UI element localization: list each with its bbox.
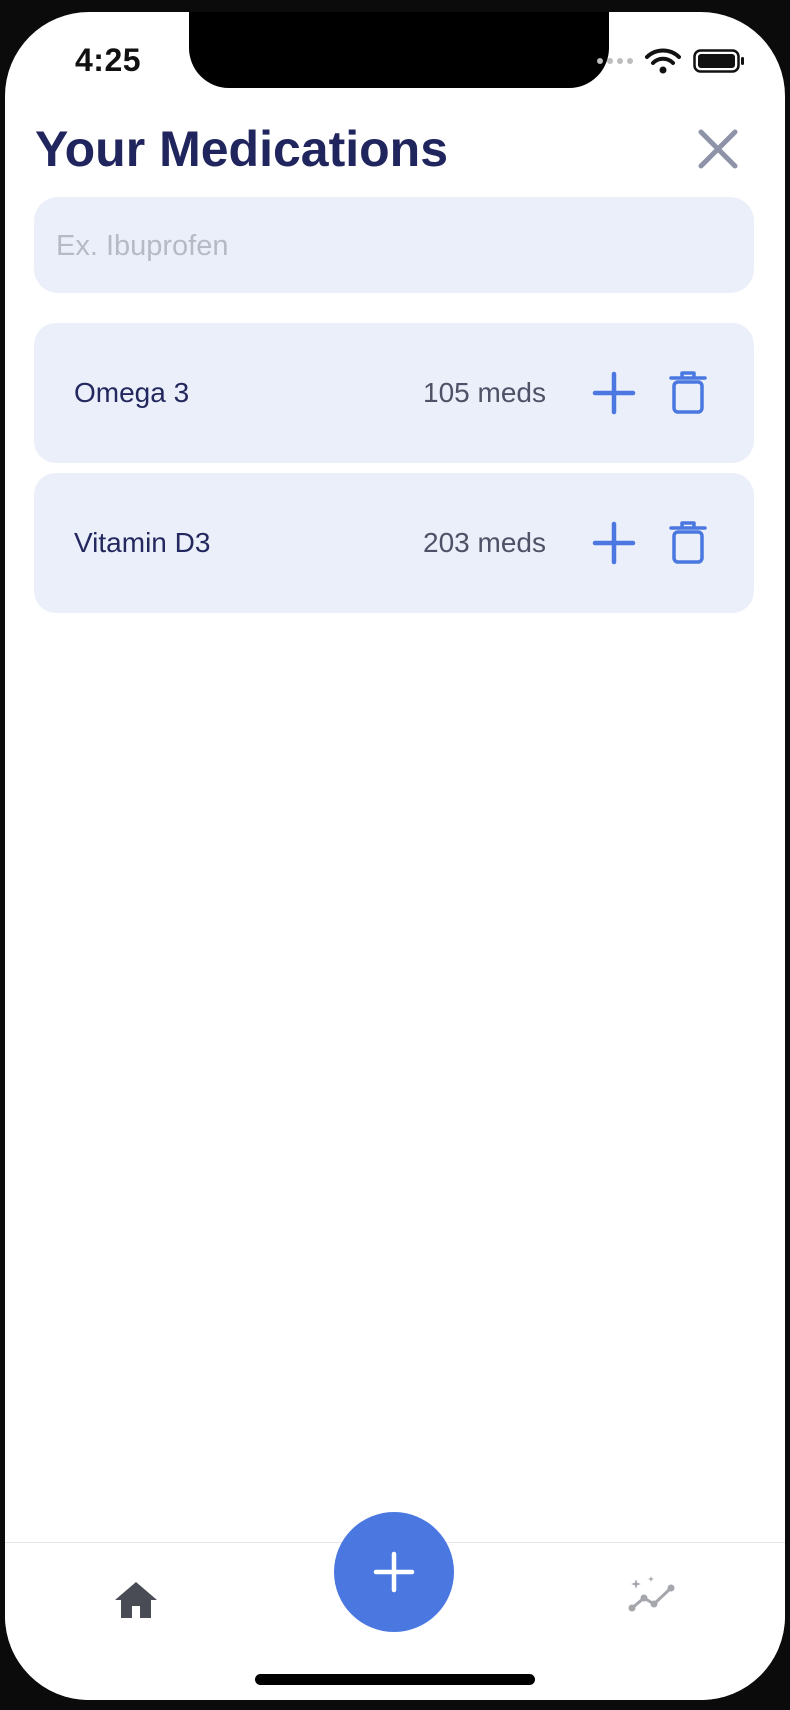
medication-row[interactable]: Vitamin D3 203 meds — [34, 473, 754, 613]
search-box — [34, 197, 754, 295]
search-input[interactable] — [54, 197, 738, 295]
add-dose-button[interactable] — [592, 521, 636, 565]
plus-icon — [373, 1551, 415, 1593]
add-dose-button[interactable] — [592, 371, 636, 415]
plus-icon — [592, 371, 636, 415]
tab-insights[interactable] — [627, 1575, 677, 1615]
home-indicator[interactable] — [255, 1674, 535, 1685]
plus-icon — [592, 521, 636, 565]
device-notch — [189, 12, 609, 88]
medication-count: 203 meds — [423, 527, 546, 558]
close-icon — [698, 129, 738, 169]
delete-button[interactable] — [668, 369, 708, 415]
wifi-icon — [645, 48, 681, 74]
medication-row[interactable]: Omega 3 105 meds — [34, 323, 754, 463]
home-icon — [115, 1582, 157, 1618]
tab-home[interactable] — [113, 1580, 159, 1620]
trash-icon — [669, 371, 707, 414]
status-time: 4:25 — [75, 42, 142, 78]
medication-name: Vitamin D3 — [74, 527, 211, 558]
cellular-signal-icon — [597, 58, 633, 64]
page-title: Your Medications — [35, 121, 449, 177]
device-frame: 4:25 Your Medications Ex. Ibuprofen Omeg… — [0, 0, 790, 1710]
app-screen: 4:25 Your Medications Ex. Ibuprofen Omeg… — [5, 12, 785, 1700]
medication-count: 105 meds — [423, 377, 546, 408]
delete-button[interactable] — [668, 519, 708, 565]
battery-icon — [693, 49, 744, 73]
sparkle-chart-icon — [628, 1576, 675, 1612]
medication-name: Omega 3 — [74, 377, 190, 408]
trash-icon — [669, 521, 707, 564]
medication-list: Omega 3 105 meds Vitamin D3 203 meds — [34, 323, 754, 623]
status-indicators — [597, 48, 745, 74]
close-button[interactable] — [691, 122, 745, 176]
add-medication-fab[interactable] — [334, 1512, 454, 1632]
